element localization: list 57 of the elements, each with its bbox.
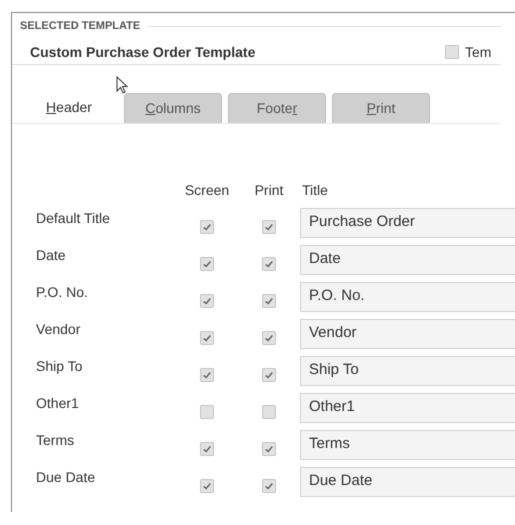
row-label: Vendor <box>36 320 82 338</box>
checkmark-icon <box>202 258 212 268</box>
mouse-pointer-icon <box>116 76 128 94</box>
checkbox[interactable] <box>262 442 276 456</box>
checkmark-icon <box>264 332 274 342</box>
checkbox[interactable] <box>445 45 459 59</box>
checkmark-icon <box>264 370 274 380</box>
column-header: Screen <box>184 180 230 200</box>
checkmark-icon <box>202 480 212 490</box>
title-field[interactable]: Due Date <box>300 466 515 496</box>
checkbox[interactable] <box>200 220 214 234</box>
checkmark-icon <box>202 370 212 380</box>
title-field[interactable]: Ship To <box>300 356 515 386</box>
checkbox[interactable] <box>262 478 276 492</box>
checkbox[interactable] <box>262 294 276 308</box>
checkbox[interactable] <box>200 330 214 344</box>
checkmark-icon <box>264 444 274 454</box>
checkmark-icon <box>264 222 274 232</box>
checkbox[interactable] <box>262 256 276 270</box>
title-field[interactable]: Vendor <box>300 318 515 348</box>
checkbox[interactable] <box>200 368 214 382</box>
checkbox[interactable] <box>200 256 214 270</box>
title-field[interactable]: Date <box>300 244 515 274</box>
checkbox[interactable] <box>200 404 214 418</box>
title-field[interactable]: Other1 <box>300 392 515 422</box>
title-field[interactable]: P.O. No. <box>300 282 515 312</box>
template-name: Custom Purchase Order Template <box>30 42 256 62</box>
row-label: Default Title <box>36 208 111 228</box>
checkmark-icon <box>264 296 274 306</box>
tab[interactable]: Columns <box>124 92 222 122</box>
title-field[interactable]: Purchase Order <box>300 208 515 238</box>
checkbox-label: Tem <box>465 42 492 62</box>
column-header: Print <box>254 180 284 200</box>
tab[interactable]: Footer <box>228 92 326 122</box>
checkmark-icon <box>202 296 212 306</box>
checkbox[interactable] <box>262 220 276 234</box>
checkmark-icon <box>202 332 212 342</box>
checkmark-icon <box>264 480 274 490</box>
checkmark-icon <box>202 222 212 232</box>
row-label: Date <box>36 246 67 264</box>
column-header: Title <box>301 180 329 200</box>
checkbox[interactable] <box>200 478 214 492</box>
row-label: Other1 <box>36 394 80 412</box>
tab[interactable]: Print <box>332 92 430 122</box>
checkbox[interactable] <box>200 294 214 308</box>
row-label: P.O. No. <box>36 282 89 302</box>
checkbox[interactable] <box>262 368 276 382</box>
row-label: Ship To <box>36 356 84 376</box>
checkbox[interactable] <box>200 442 214 456</box>
checkbox[interactable] <box>262 330 276 344</box>
title-field[interactable]: Terms <box>300 430 515 460</box>
section-label: SELECTED TEMPLATE <box>20 19 140 34</box>
checkmark-icon <box>264 258 274 268</box>
checkmark-icon <box>202 444 212 454</box>
row-label: Due Date <box>36 468 96 486</box>
row-label: Terms <box>36 430 76 450</box>
checkbox[interactable] <box>262 404 276 418</box>
